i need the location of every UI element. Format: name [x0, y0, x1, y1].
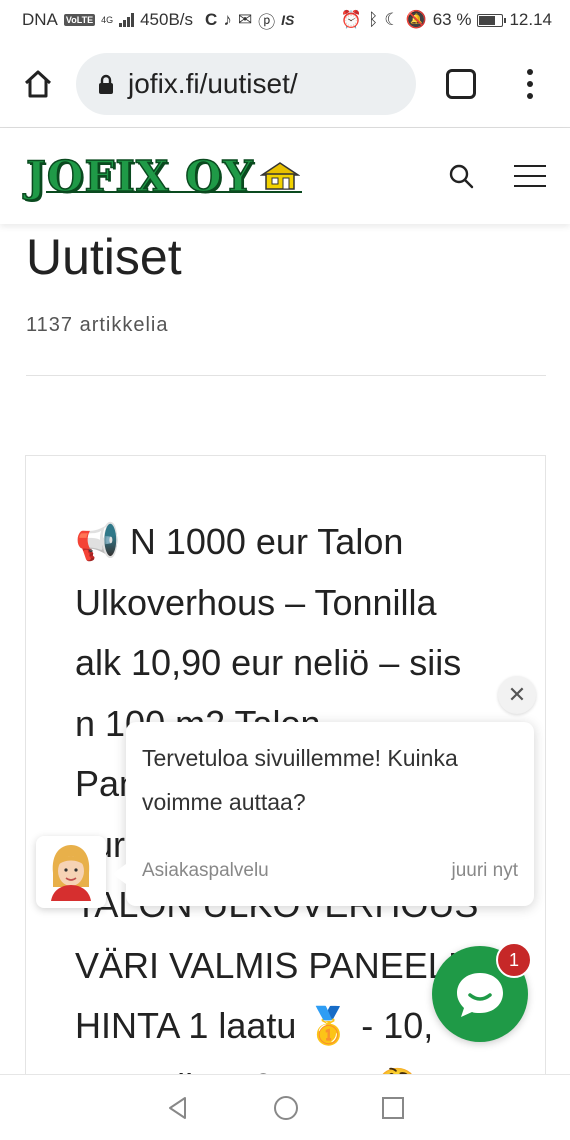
- site-header: JOFIX OY: [0, 128, 570, 224]
- bluetooth-icon: ᛒ: [368, 10, 379, 29]
- chat-message-text: Tervetuloa sivuillemme! Kuinka voimme au…: [142, 745, 458, 815]
- mail-icon: ✉: [237, 10, 253, 29]
- status-left: DNA VoLTE 4G 450B/s C ♪ ✉ ⓟ IS: [22, 8, 294, 33]
- status-right: ⏰ ᛒ ☾ 🔕 63 % 12.14: [341, 10, 552, 30]
- back-icon[interactable]: [165, 1095, 191, 1121]
- music-icon: ♪: [223, 10, 232, 29]
- chat-timestamp: juuri nyt: [451, 860, 518, 881]
- alarm-icon: ⏰: [340, 10, 363, 29]
- search-icon[interactable]: [448, 163, 474, 189]
- volte-badge: VoLTE: [63, 14, 96, 26]
- house-icon: [259, 162, 300, 190]
- divider: [26, 375, 546, 376]
- home-button[interactable]: [20, 66, 56, 102]
- address-bar[interactable]: jofix.fi/uutiset/: [76, 52, 416, 115]
- moon-icon: ☾: [384, 10, 400, 29]
- article-line: 📢 N 1000 eur Talon: [75, 521, 404, 562]
- chat-bubble-icon: [457, 973, 503, 1017]
- chat-message-bubble[interactable]: Tervetuloa sivuillemme! Kuinka voimme au…: [126, 722, 534, 906]
- network-speed: 450B/s: [140, 10, 194, 29]
- unread-badge: 1: [496, 942, 532, 978]
- lock-icon: [99, 74, 113, 94]
- chat-bubble-tail: [112, 864, 126, 884]
- battery-percent: 63 %: [432, 10, 472, 29]
- article-line: alk 10,90 eur neliö – siis: [75, 642, 462, 683]
- chat-close-button[interactable]: ✕: [498, 676, 536, 714]
- url-text: jofix.fi/uutiset/: [128, 67, 298, 99]
- home-icon: [24, 70, 52, 97]
- site-logo[interactable]: JOFIX OY: [25, 151, 302, 202]
- battery-icon: [477, 13, 507, 27]
- is-icon: IS: [281, 12, 295, 28]
- pinterest-icon: ⓟ: [258, 12, 276, 32]
- hamburger-menu-icon[interactable]: [514, 165, 546, 187]
- logo-text: JOFIX OY: [25, 151, 254, 202]
- page-title: Uutiset: [26, 229, 182, 285]
- mute-icon: 🔕: [405, 10, 427, 29]
- signal-icon: [119, 13, 135, 27]
- system-nav-bar: [0, 1074, 570, 1140]
- recents-icon[interactable]: [381, 1096, 405, 1120]
- network-type: 4G: [101, 14, 114, 25]
- carrier-label: DNA: [22, 10, 58, 29]
- browser-menu-button[interactable]: [526, 68, 534, 99]
- article-line: Ulkoverhous – Tonnilla: [75, 581, 437, 623]
- tab-switcher-button[interactable]: [446, 68, 476, 99]
- c-icon: C: [205, 10, 218, 29]
- home-nav-icon[interactable]: [272, 1094, 300, 1122]
- status-bar: DNA VoLTE 4G 450B/s C ♪ ✉ ⓟ IS ⏰ ᛒ ☾ 🔕 6…: [0, 0, 570, 40]
- avatar-icon: [51, 845, 91, 901]
- browser-toolbar: jofix.fi/uutiset/: [0, 40, 570, 128]
- article-count: 1137 artikkelia: [26, 314, 169, 336]
- chat-agent-avatar: [36, 836, 106, 908]
- chat-agent-name: Asiakaspalvelu: [142, 860, 269, 881]
- clock: 12.14: [509, 10, 552, 29]
